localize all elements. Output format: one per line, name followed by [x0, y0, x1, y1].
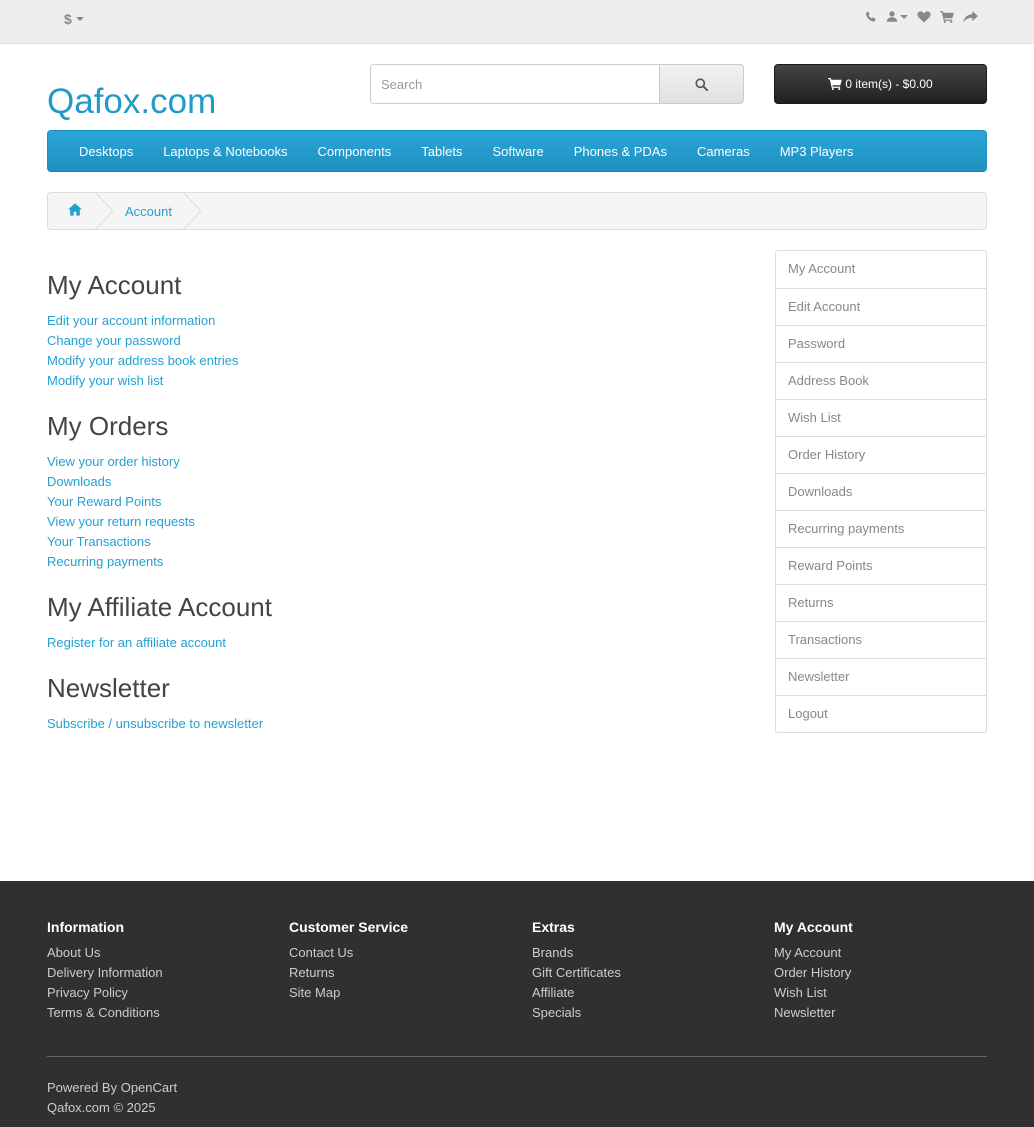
- home-icon[interactable]: [68, 203, 82, 219]
- footer-credits: Powered By OpenCart Qafox.com © 2025: [47, 1078, 177, 1118]
- wish-list-link[interactable]: Modify your wish list: [47, 373, 163, 388]
- sidebar-item-reward-points[interactable]: Reward Points: [776, 547, 986, 584]
- breadcrumb: Account: [47, 192, 987, 230]
- menu-item-mp3[interactable]: MP3 Players: [765, 144, 869, 159]
- sidebar-item-transactions[interactable]: Transactions: [776, 621, 986, 658]
- menu-item-phones[interactable]: Phones & PDAs: [559, 144, 682, 159]
- top-bar: $: [0, 0, 1034, 44]
- currency-dropdown[interactable]: $: [64, 11, 84, 27]
- return-requests-link[interactable]: View your return requests: [47, 514, 195, 529]
- account-dropdown[interactable]: [886, 10, 908, 23]
- share-icon[interactable]: [963, 10, 978, 23]
- footer-link-gift-certificates[interactable]: Gift Certificates: [532, 965, 621, 980]
- footer-link-newsletter[interactable]: Newsletter: [774, 1005, 835, 1020]
- opencart-link[interactable]: OpenCart: [121, 1080, 177, 1095]
- footer-link-my-account[interactable]: My Account: [774, 945, 841, 960]
- transactions-link[interactable]: Your Transactions: [47, 534, 151, 549]
- breadcrumb-account[interactable]: Account: [125, 204, 172, 219]
- search-input[interactable]: [370, 64, 660, 104]
- section-title-affiliate: My Affiliate Account: [47, 592, 272, 622]
- menu-item-laptops[interactable]: Laptops & Notebooks: [148, 144, 302, 159]
- site-logo[interactable]: Qafox.com: [47, 82, 216, 122]
- footer-link-affiliate[interactable]: Affiliate: [532, 985, 574, 1000]
- footer-heading: Customer Service: [289, 919, 409, 935]
- footer-link-delivery[interactable]: Delivery Information: [47, 965, 163, 980]
- footer-link-returns[interactable]: Returns: [289, 965, 335, 980]
- search-button[interactable]: [660, 64, 744, 104]
- cart-label: 0 item(s) - $0.00: [845, 77, 933, 91]
- sidebar-item-wish-list[interactable]: Wish List: [776, 399, 986, 436]
- chevron-down-icon: [900, 14, 908, 19]
- footer-heading: Information: [47, 919, 124, 935]
- sidebar-item-returns[interactable]: Returns: [776, 584, 986, 621]
- top-links: [865, 10, 978, 23]
- footer-link-about-us[interactable]: About Us: [47, 945, 100, 960]
- footer-link-terms[interactable]: Terms & Conditions: [47, 1005, 160, 1020]
- register-affiliate-link[interactable]: Register for an affiliate account: [47, 635, 226, 650]
- menu-item-tablets[interactable]: Tablets: [406, 144, 477, 159]
- account-sidebar: My Account Edit Account Password Address…: [775, 250, 987, 733]
- menu-item-cameras[interactable]: Cameras: [682, 144, 765, 159]
- footer: Information About Us Delivery Informatio…: [0, 881, 1034, 1127]
- cart-icon[interactable]: [940, 10, 954, 23]
- sidebar-item-order-history[interactable]: Order History: [776, 436, 986, 473]
- sidebar-item-password[interactable]: Password: [776, 325, 986, 362]
- order-history-link[interactable]: View your order history: [47, 454, 180, 469]
- my-orders-links: View your order history Downloads Your R…: [47, 452, 747, 572]
- sidebar-item-address-book[interactable]: Address Book: [776, 362, 986, 399]
- sidebar-item-downloads[interactable]: Downloads: [776, 473, 986, 510]
- cart-icon: [828, 78, 843, 90]
- edit-account-link[interactable]: Edit your account information: [47, 313, 215, 328]
- downloads-link[interactable]: Downloads: [47, 474, 111, 489]
- sidebar-item-edit-account[interactable]: Edit Account: [776, 288, 986, 325]
- cart-button[interactable]: 0 item(s) - $0.00: [774, 64, 987, 104]
- footer-divider: [47, 1056, 987, 1057]
- currency-symbol: $: [64, 11, 72, 27]
- footer-link-brands[interactable]: Brands: [532, 945, 573, 960]
- heart-icon[interactable]: [917, 10, 931, 23]
- sidebar-item-logout[interactable]: Logout: [776, 695, 986, 732]
- footer-link-order-history[interactable]: Order History: [774, 965, 851, 980]
- search-bar: [370, 64, 744, 104]
- footer-heading: My Account: [774, 919, 853, 935]
- footer-link-wish-list[interactable]: Wish List: [774, 985, 827, 1000]
- recurring-payments-link[interactable]: Recurring payments: [47, 554, 163, 569]
- main-menu: Desktops Laptops & Notebooks Components …: [47, 130, 987, 172]
- footer-column-my-account: My Account My Account Order History Wish…: [774, 919, 853, 1023]
- phone-icon[interactable]: [865, 10, 877, 23]
- address-book-link[interactable]: Modify your address book entries: [47, 353, 238, 368]
- change-password-link[interactable]: Change your password: [47, 333, 181, 348]
- footer-link-contact[interactable]: Contact Us: [289, 945, 353, 960]
- menu-item-software[interactable]: Software: [477, 144, 558, 159]
- copyright: Qafox.com © 2025: [47, 1100, 156, 1115]
- footer-heading: Extras: [532, 919, 575, 935]
- user-icon: [886, 11, 898, 22]
- footer-column-customer-service: Customer Service Contact Us Returns Site…: [289, 919, 408, 1003]
- footer-link-site-map[interactable]: Site Map: [289, 985, 340, 1000]
- newsletter-link[interactable]: Subscribe / unsubscribe to newsletter: [47, 716, 263, 731]
- chevron-down-icon: [75, 17, 84, 21]
- sidebar-item-my-account[interactable]: My Account: [776, 251, 986, 288]
- footer-link-specials[interactable]: Specials: [532, 1005, 581, 1020]
- account-content: My Account Edit your account information…: [47, 268, 747, 752]
- my-account-links: Edit your account information Change you…: [47, 311, 747, 391]
- breadcrumb-separator: [94, 192, 114, 230]
- breadcrumb-separator: [182, 192, 202, 230]
- powered-by-label: Powered By: [47, 1080, 118, 1095]
- footer-link-privacy[interactable]: Privacy Policy: [47, 985, 128, 1000]
- menu-item-desktops[interactable]: Desktops: [64, 144, 148, 159]
- sidebar-item-newsletter[interactable]: Newsletter: [776, 658, 986, 695]
- newsletter-links: Subscribe / unsubscribe to newsletter: [47, 714, 747, 734]
- section-title-my-account: My Account: [47, 270, 182, 300]
- section-title-my-orders: My Orders: [47, 411, 169, 441]
- affiliate-links: Register for an affiliate account: [47, 633, 747, 653]
- reward-points-link[interactable]: Your Reward Points: [47, 494, 161, 509]
- menu-item-components[interactable]: Components: [303, 144, 407, 159]
- footer-column-information: Information About Us Delivery Informatio…: [47, 919, 163, 1023]
- section-title-newsletter: Newsletter: [47, 673, 170, 703]
- search-icon: [695, 77, 708, 91]
- sidebar-item-recurring-payments[interactable]: Recurring payments: [776, 510, 986, 547]
- footer-column-extras: Extras Brands Gift Certificates Affiliat…: [532, 919, 621, 1023]
